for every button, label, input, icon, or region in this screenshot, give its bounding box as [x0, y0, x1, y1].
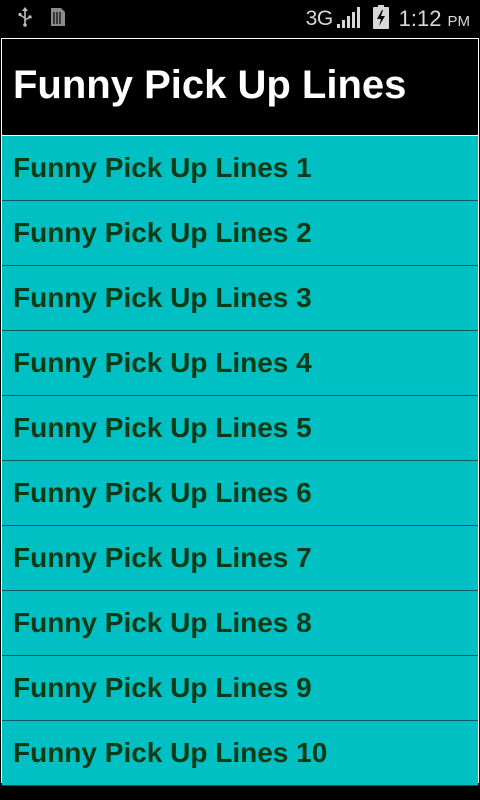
clock-ampm: PM	[447, 13, 471, 30]
list-item-label: Funny Pick Up Lines 5	[13, 412, 312, 443]
list-item-4[interactable]: Funny Pick Up Lines 4	[2, 331, 478, 396]
list-item-3[interactable]: Funny Pick Up Lines 3	[2, 266, 478, 331]
list-item-8[interactable]: Funny Pick Up Lines 8	[2, 591, 478, 656]
list-item-2[interactable]: Funny Pick Up Lines 2	[2, 201, 478, 266]
sim-card-icon	[50, 7, 66, 32]
signal-icon	[336, 6, 361, 33]
battery-charging-icon	[372, 4, 389, 34]
list-item-label: Funny Pick Up Lines 7	[13, 542, 312, 573]
list-item-7[interactable]: Funny Pick Up Lines 7	[2, 526, 478, 591]
lines-list: Funny Pick Up Lines 1 Funny Pick Up Line…	[2, 136, 478, 786]
network-type-label: 3G	[305, 7, 334, 30]
list-item-label: Funny Pick Up Lines 8	[13, 607, 312, 638]
usb-icon	[18, 6, 32, 32]
title-bar: Funny Pick Up Lines	[2, 39, 478, 135]
screen: 3G 1:12 PM Funny Pick Up Lines Funny Pic…	[0, 0, 480, 800]
list-item-label: Funny Pick Up Lines 4	[13, 347, 312, 378]
list-item-label: Funny Pick Up Lines 10	[13, 737, 328, 768]
list-item-label: Funny Pick Up Lines 6	[13, 477, 312, 508]
list-item-10[interactable]: Funny Pick Up Lines 10	[2, 721, 478, 786]
list-item-5[interactable]: Funny Pick Up Lines 5	[2, 396, 478, 461]
status-bar-system: 3G 1:12 PM	[305, 4, 471, 34]
app-frame: Funny Pick Up Lines Funny Pick Up Lines …	[1, 38, 479, 786]
status-bar: 3G 1:12 PM	[0, 0, 480, 38]
page-title: Funny Pick Up Lines	[13, 63, 407, 107]
list-item-label: Funny Pick Up Lines 9	[13, 672, 312, 703]
list-item-label: Funny Pick Up Lines 1	[13, 152, 312, 183]
list-item-label: Funny Pick Up Lines 3	[13, 282, 312, 313]
list-item-1[interactable]: Funny Pick Up Lines 1	[2, 136, 478, 201]
status-bar-notifications	[18, 6, 66, 32]
list-item-6[interactable]: Funny Pick Up Lines 6	[2, 461, 478, 526]
list-item-label: Funny Pick Up Lines 2	[13, 217, 312, 248]
clock-time: 1:12	[398, 6, 442, 31]
list-item-9[interactable]: Funny Pick Up Lines 9	[2, 656, 478, 721]
